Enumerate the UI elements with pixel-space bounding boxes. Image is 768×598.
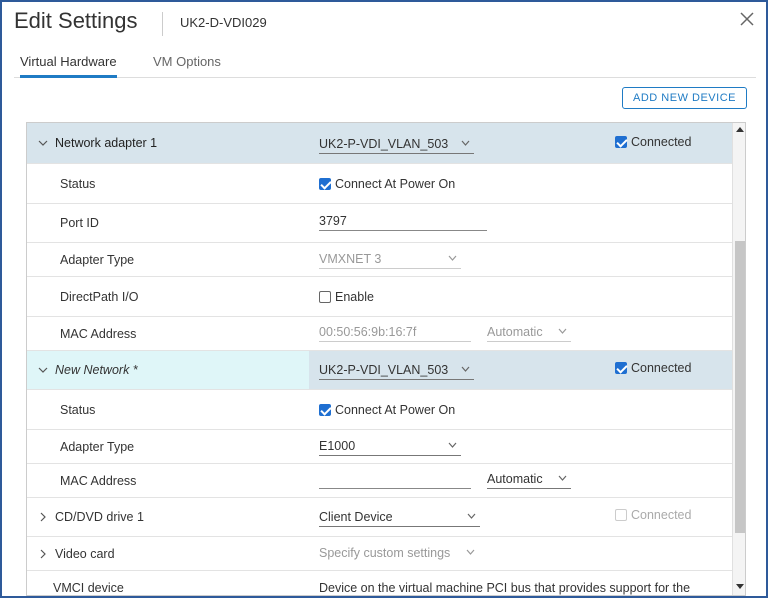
chevron-right-icon[interactable] (38, 512, 48, 522)
vmci-label: VMCI device (53, 581, 124, 595)
add-new-device-button[interactable]: ADD NEW DEVICE (622, 87, 747, 109)
scroll-up-icon[interactable] (736, 127, 744, 132)
chevron-right-icon[interactable] (38, 549, 48, 559)
adapter-type-select: VMXNET 3 (319, 249, 461, 269)
hardware-panel: Network adapter 1 UK2-P-VDI_VLAN_503 Con… (26, 122, 746, 596)
network-adapter-1-network-select[interactable]: UK2-P-VDI_VLAN_503 (319, 134, 474, 154)
new-network-status-row: Status Connect At Power On (27, 390, 732, 430)
vm-name: UK2-D-VDI029 (180, 15, 267, 30)
tab-virtual-hardware[interactable]: Virtual Hardware (20, 54, 117, 78)
new-network-mac-row: MAC Address Automatic (27, 464, 732, 498)
chevron-down-icon (558, 328, 567, 334)
chevron-down-icon (448, 442, 457, 448)
new-network-label: New Network * (55, 363, 138, 377)
chevron-down-icon (461, 140, 470, 146)
chevron-down-icon (461, 366, 470, 372)
checkbox-checked-icon[interactable] (319, 177, 331, 190)
network-adapter-1-connected-label: Connected (631, 135, 692, 149)
tab-bar: Virtual Hardware VM Options (14, 54, 756, 78)
cd-dvd-connected-checkbox: Connected (615, 508, 691, 522)
network-adapter-1-label: Network adapter 1 (55, 136, 158, 150)
status-value: Connect At Power On (335, 176, 456, 191)
video-card-label: Video card (55, 546, 115, 561)
video-card-value: Specify custom settings (319, 546, 451, 560)
new-network-adapter-type-row: Adapter Type E1000 (27, 430, 732, 464)
new-network-value: UK2-P-VDI_VLAN_503 (319, 362, 449, 377)
adapter-type-row: Adapter Type VMXNET 3 (27, 243, 732, 277)
mac-mode-select: Automatic (487, 322, 571, 342)
cd-dvd-label: CD/DVD drive 1 (55, 510, 144, 524)
adapter-type-label: Adapter Type (60, 252, 135, 267)
cd-dvd-row[interactable]: CD/DVD drive 1 Client Device Connected (27, 498, 732, 537)
port-id-input[interactable]: 3797 (319, 211, 487, 231)
mac-mode-value: Automatic (487, 471, 543, 486)
new-network-select[interactable]: UK2-P-VDI_VLAN_503 (319, 360, 474, 380)
scroll-down-icon[interactable] (736, 584, 744, 589)
checkbox-checked-icon[interactable] (615, 362, 627, 374)
chevron-down-icon[interactable] (38, 365, 48, 375)
mac-address-input: 00:50:56:9b:16:7f (319, 322, 471, 342)
directpath-enable-checkbox[interactable]: Enable (319, 277, 374, 316)
mac-address-label: MAC Address (60, 473, 137, 488)
network-adapter-1-status-row: Status Connect At Power On (27, 164, 732, 204)
network-adapter-1-network-value: UK2-P-VDI_VLAN_503 (319, 136, 449, 151)
mac-address-row: MAC Address 00:50:56:9b:16:7f Automatic (27, 317, 732, 351)
directpath-value: Enable (335, 289, 374, 304)
adapter-type-value: VMXNET 3 (319, 251, 382, 266)
new-network-status-checkbox[interactable]: Connect At Power On (319, 390, 455, 429)
network-adapter-1-status-checkbox[interactable]: Connect At Power On (319, 164, 455, 203)
port-id-row: Port ID 3797 (27, 204, 732, 243)
checkbox-checked-icon[interactable] (319, 403, 331, 416)
vmci-row: VMCI device Device on the virtual machin… (27, 571, 732, 595)
new-network-row[interactable]: New Network * UK2-P-VDI_VLAN_503 Connect… (27, 351, 732, 390)
status-label: Status (60, 176, 96, 191)
checkbox-unchecked-icon[interactable] (319, 290, 331, 303)
chevron-down-icon (558, 475, 567, 481)
directpath-label: DirectPath I/O (60, 289, 139, 304)
new-network-connected-label: Connected (631, 361, 692, 375)
checkbox-checked-icon[interactable] (615, 136, 627, 148)
chevron-down-icon (466, 549, 475, 555)
network-adapter-1-row[interactable]: Network adapter 1 UK2-P-VDI_VLAN_503 Con… (27, 123, 732, 164)
scrollbar-thumb[interactable] (735, 241, 745, 533)
mac-address-label: MAC Address (60, 326, 137, 341)
mac-mode-value: Automatic (487, 324, 543, 339)
video-card-select: Specify custom settings (319, 543, 479, 563)
directpath-row: DirectPath I/O Enable (27, 277, 732, 317)
cd-dvd-select[interactable]: Client Device (319, 507, 480, 527)
edit-settings-dialog: Edit Settings UK2-D-VDI029 Virtual Hardw… (0, 0, 768, 598)
new-network-mac-mode-select[interactable]: Automatic (487, 469, 571, 489)
dialog-title: Edit Settings (14, 8, 138, 33)
chevron-down-icon[interactable] (38, 138, 48, 148)
hardware-list: Network adapter 1 UK2-P-VDI_VLAN_503 Con… (27, 123, 732, 595)
tab-vm-options[interactable]: VM Options (153, 54, 221, 78)
cd-dvd-value: Client Device (319, 509, 393, 524)
port-id-value: 3797 (319, 213, 347, 228)
status-label: Status (60, 402, 96, 417)
checkbox-unchecked-icon (615, 509, 627, 521)
mac-address-value: 00:50:56:9b:16:7f (319, 324, 417, 339)
close-icon[interactable] (738, 10, 756, 28)
chevron-down-icon (467, 513, 476, 519)
network-adapter-1-connected-checkbox[interactable]: Connected (615, 135, 691, 149)
title-separator (162, 12, 163, 36)
adapter-type-label: Adapter Type (60, 439, 135, 454)
status-value: Connect At Power On (335, 402, 456, 417)
cd-dvd-connected-label: Connected (631, 508, 692, 522)
vertical-scrollbar[interactable] (732, 123, 745, 595)
port-id-label: Port ID (60, 216, 99, 230)
vmci-description: Device on the virtual machine PCI bus th… (319, 581, 691, 595)
new-network-adapter-type-select[interactable]: E1000 (319, 436, 461, 456)
new-network-connected-checkbox[interactable]: Connected (615, 361, 691, 375)
adapter-type-value: E1000 (319, 438, 356, 453)
new-network-mac-input[interactable] (319, 469, 471, 489)
chevron-down-icon (448, 255, 457, 261)
video-card-row[interactable]: Video card Specify custom settings (27, 537, 732, 571)
